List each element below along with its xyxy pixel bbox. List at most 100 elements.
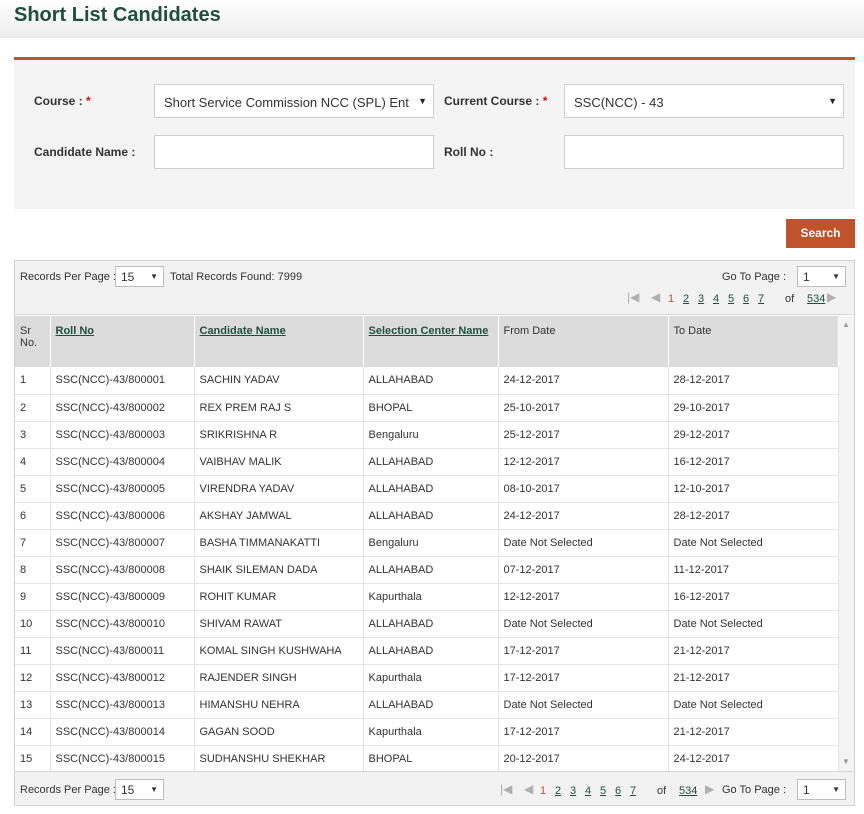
page-link[interactable]: 5	[600, 785, 606, 797]
search-button[interactable]: Search	[786, 219, 855, 248]
of-label: of	[657, 785, 667, 797]
first-page-icon[interactable]: |◀	[627, 290, 639, 304]
filter-panel: Course : * Short Service Commission NCC …	[14, 57, 855, 209]
page-link[interactable]: 6	[615, 785, 621, 797]
total-pages-link[interactable]: 534	[679, 785, 697, 797]
col-selection-center[interactable]: Selection Center Name	[363, 316, 499, 367]
roll-no-cell: SSC(NCC)-43/800014	[50, 718, 195, 746]
candidate-name-cell: SACHIN YADAV	[194, 367, 364, 395]
sort-candidate-name-link[interactable]: Candidate Name	[200, 325, 286, 337]
page-link[interactable]: 4	[713, 293, 719, 305]
from-date-cell: 08-10-2017	[498, 475, 669, 503]
records-per-page-label: Records Per Page :	[20, 784, 116, 796]
course-label: Course : *	[34, 94, 91, 108]
page-link[interactable]: 2	[555, 785, 561, 797]
roll-no-cell: SSC(NCC)-43/800004	[50, 448, 195, 476]
roll-no-cell: SSC(NCC)-43/800011	[50, 637, 195, 665]
sr-no-cell: 5	[15, 475, 51, 503]
selection-center-cell: BHOPAL	[363, 394, 499, 422]
course-label-text: Course :	[34, 94, 83, 108]
roll-no-cell: SSC(NCC)-43/800009	[50, 583, 195, 611]
total-pages-link[interactable]: 534	[807, 293, 825, 305]
records-per-page-select[interactable]: 15 ▼	[115, 779, 164, 800]
page-link[interactable]: 7	[758, 293, 764, 305]
roll-no-input[interactable]	[564, 135, 844, 169]
scroll-down-icon[interactable]: ▼	[842, 757, 850, 766]
sr-no-cell: 7	[15, 529, 51, 557]
col-sr-no: Sr No.	[15, 316, 51, 367]
from-date-cell: 24-12-2017	[498, 502, 669, 530]
candidate-name-input[interactable]	[154, 135, 434, 169]
to-date-cell: 28-12-2017	[668, 367, 839, 395]
page-link[interactable]: 5	[728, 293, 734, 305]
go-to-page-select[interactable]: 1 ▼	[797, 266, 846, 287]
from-date-cell: 12-12-2017	[498, 583, 669, 611]
sr-no-cell: 13	[15, 691, 51, 719]
to-date-cell: 16-12-2017	[668, 583, 839, 611]
from-date-cell: 24-12-2017	[498, 367, 669, 395]
roll-no-cell: SSC(NCC)-43/800012	[50, 664, 195, 692]
scroll-up-icon[interactable]: ▲	[842, 320, 850, 329]
sort-selection-center-link[interactable]: Selection Center Name	[369, 325, 489, 337]
from-date-cell: Date Not Selected	[498, 610, 669, 638]
page-link[interactable]: 1	[540, 785, 546, 797]
selection-center-cell: Bengaluru	[363, 421, 499, 449]
col-roll-no[interactable]: Roll No	[50, 316, 195, 367]
candidate-name-cell: SHIVAM RAWAT	[194, 610, 364, 638]
roll-no-cell: SSC(NCC)-43/800007	[50, 529, 195, 557]
current-course-label: Current Course : *	[444, 94, 547, 108]
go-to-page-label: Go To Page :	[722, 784, 787, 796]
title-bar: Short List Candidates	[0, 0, 864, 38]
sr-no-cell: 14	[15, 718, 51, 746]
selection-center-cell: ALLAHABAD	[363, 610, 499, 638]
col-from-date: From Date	[498, 316, 669, 367]
page-link[interactable]: 2	[683, 293, 689, 305]
roll-no-cell: SSC(NCC)-43/800013	[50, 691, 195, 719]
page-link[interactable]: 3	[570, 785, 576, 797]
chevron-down-icon: ▼	[150, 272, 158, 281]
to-date-cell: 29-12-2017	[668, 421, 839, 449]
table-header-row: Sr No. Roll No Candidate Name Selection …	[15, 316, 839, 367]
current-course-label-text: Current Course :	[444, 94, 540, 108]
page-link[interactable]: 7	[630, 785, 636, 797]
course-select[interactable]: Short Service Commission NCC (SPL) Ent ▼	[154, 84, 434, 118]
selection-center-cell: ALLAHABAD	[363, 556, 499, 584]
roll-no-cell: SSC(NCC)-43/800006	[50, 502, 195, 530]
prev-page-icon[interactable]: ◀	[524, 782, 533, 796]
table-row: 3 SSC(NCC)-43/800003 SRIKRISHNA R Bengaluru…	[15, 421, 839, 449]
page-link[interactable]: 4	[585, 785, 591, 797]
next-page-icon[interactable]: ▶	[705, 782, 714, 796]
candidate-name-cell: BASHA TIMMANAKATTI	[194, 529, 364, 557]
pager-bottom: Records Per Page : 15 ▼ |◀ ◀ 1 2 3 4 5 6…	[15, 771, 854, 805]
sort-roll-no-link[interactable]: Roll No	[56, 325, 95, 337]
current-course-select-value: SSC(NCC) - 43	[574, 95, 664, 110]
to-date-cell: 12-10-2017	[668, 475, 839, 503]
page-link[interactable]: 1	[668, 293, 674, 305]
go-to-page-select[interactable]: 1 ▼	[797, 779, 846, 800]
next-page-icon[interactable]: ▶	[827, 290, 836, 304]
roll-no-cell: SSC(NCC)-43/800015	[50, 745, 195, 773]
roll-no-cell: SSC(NCC)-43/800001	[50, 367, 195, 395]
records-per-page-select[interactable]: 15 ▼	[115, 266, 164, 287]
table-row: 2 SSC(NCC)-43/800002 REX PREM RAJ S BHOPAL 2…	[15, 394, 839, 422]
first-page-icon[interactable]: |◀	[500, 782, 512, 796]
to-date-cell: 21-12-2017	[668, 637, 839, 665]
page-title: Short List Candidates	[14, 4, 221, 26]
selection-center-cell: Kapurthala	[363, 664, 499, 692]
roll-no-cell: SSC(NCC)-43/800003	[50, 421, 195, 449]
page-link[interactable]: 6	[743, 293, 749, 305]
col-candidate-name[interactable]: Candidate Name	[194, 316, 364, 367]
table-row: 11 SSC(NCC)-43/800011 KOMAL SINGH KUSHWAHA…	[15, 637, 839, 665]
table-row: 10 SSC(NCC)-43/800010 SHIVAM RAWAT ALLAHABA…	[15, 610, 839, 638]
from-date-cell: 12-12-2017	[498, 448, 669, 476]
to-date-cell: Date Not Selected	[668, 610, 839, 638]
prev-page-icon[interactable]: ◀	[651, 290, 660, 304]
selection-center-cell: ALLAHABAD	[363, 502, 499, 530]
current-course-select[interactable]: SSC(NCC) - 43 ▼	[564, 84, 844, 118]
page-link[interactable]: 3	[698, 293, 704, 305]
from-date-cell: 25-12-2017	[498, 421, 669, 449]
table-row: 12 SSC(NCC)-43/800012 RAJENDER SINGH Kapurt…	[15, 664, 839, 692]
vertical-scrollbar[interactable]: ▲ ▼	[839, 316, 854, 771]
from-date-cell: 17-12-2017	[498, 664, 669, 692]
from-date-cell: Date Not Selected	[498, 529, 669, 557]
